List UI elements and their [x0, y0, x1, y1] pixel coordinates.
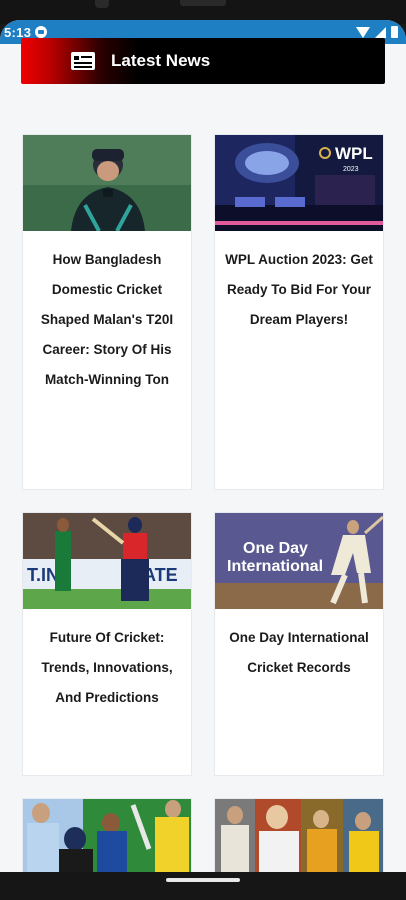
svg-text:International: International: [227, 558, 323, 575]
news-image: WPL 2023: [215, 135, 383, 231]
page-title: Latest News: [111, 51, 211, 70]
svg-text:2023: 2023: [343, 166, 359, 173]
news-image: [23, 135, 191, 231]
svg-text:T.IN: T.IN: [27, 565, 59, 585]
message-notification-icon: [35, 26, 48, 38]
news-image: T.IN ATE: [23, 513, 191, 609]
news-card[interactable]: One Day International One Day Internatio…: [214, 512, 384, 776]
signal-icon: [375, 26, 386, 38]
battery-icon: [391, 26, 398, 38]
phone-bezel-bottom: [0, 872, 406, 900]
newspaper-icon: [71, 52, 95, 70]
news-image: One Day International: [215, 513, 383, 609]
svg-text:One Day: One Day: [243, 540, 308, 557]
news-title: WPL Auction 2023: Get Ready To Bid For Y…: [225, 252, 373, 327]
news-card[interactable]: T.IN ATE Future Of Cricket: Trends, Inno…: [22, 512, 192, 776]
news-title: Future Of Cricket: Trends, Innovations, …: [41, 630, 173, 705]
speaker-grille: [180, 0, 226, 6]
news-title: One Day International Cricket Records: [229, 630, 369, 675]
home-gesture-bar[interactable]: [166, 878, 240, 882]
news-title: How Bangladesh Domestic Cricket Shaped M…: [40, 252, 174, 387]
wifi-icon: [356, 26, 370, 38]
news-card[interactable]: How Bangladesh Domestic Cricket Shaped M…: [22, 134, 192, 490]
status-icons: [356, 26, 398, 38]
news-card[interactable]: WPL 2023 WPL Auction 2023: Get Ready To …: [214, 134, 384, 490]
camera-notch: [95, 0, 109, 8]
latest-news-header: Latest News: [21, 38, 385, 84]
svg-text:WPL: WPL: [335, 144, 373, 163]
